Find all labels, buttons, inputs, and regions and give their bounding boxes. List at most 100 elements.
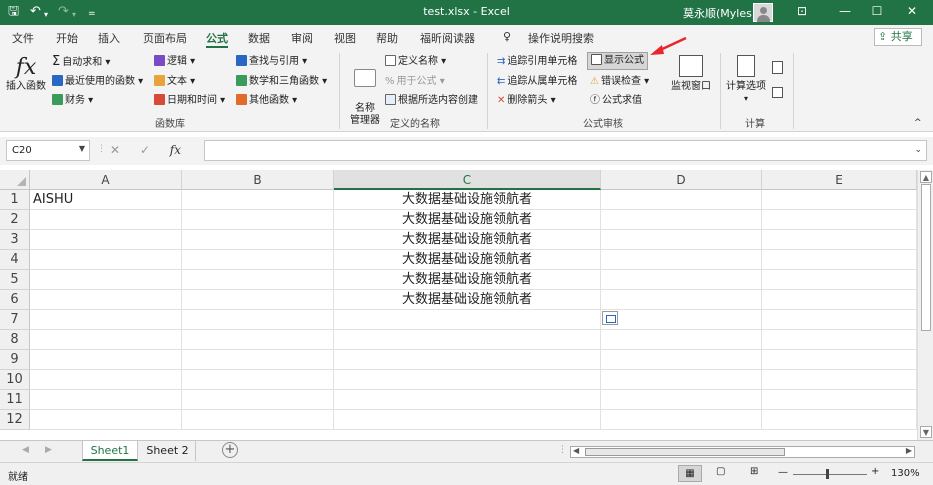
insert-function-button[interactable]: fx 插入函数 bbox=[6, 55, 46, 93]
next-sheet-icon[interactable]: ▶ bbox=[45, 445, 52, 455]
expand-formula-icon[interactable]: ⌄ bbox=[914, 145, 922, 155]
column-header-c[interactable]: C bbox=[334, 170, 601, 190]
insert-function-icon[interactable]: fx bbox=[170, 143, 181, 157]
cell-d4[interactable] bbox=[601, 250, 762, 270]
calculate-now-icon[interactable] bbox=[772, 61, 783, 74]
cell-c9[interactable] bbox=[334, 350, 601, 370]
cell-a6[interactable] bbox=[30, 290, 182, 310]
cell-c11[interactable] bbox=[334, 390, 601, 410]
autosum-button[interactable]: Σ 自动求和 ▾ bbox=[52, 55, 110, 70]
cell-b9[interactable] bbox=[182, 350, 334, 370]
maximize-icon[interactable]: ☐ bbox=[862, 4, 892, 18]
tab-view[interactable]: 视图 bbox=[334, 30, 356, 46]
cell-a4[interactable] bbox=[30, 250, 182, 270]
cell-d7[interactable] bbox=[601, 310, 762, 330]
scroll-thumb[interactable] bbox=[585, 448, 785, 456]
more-functions-button[interactable]: 其他函数 ▾ bbox=[236, 94, 297, 108]
row-header-10[interactable]: 10 bbox=[0, 370, 30, 390]
column-header-e[interactable]: E bbox=[762, 170, 917, 190]
cell-e4[interactable] bbox=[762, 250, 917, 270]
row-header-3[interactable]: 3 bbox=[0, 230, 30, 250]
cell-d11[interactable] bbox=[601, 390, 762, 410]
cell-e11[interactable] bbox=[762, 390, 917, 410]
cell-b5[interactable] bbox=[182, 270, 334, 290]
trace-dependents-button[interactable]: ⇇ 追踪从属单元格 bbox=[497, 75, 577, 89]
show-formulas-button[interactable]: 显示公式 bbox=[587, 52, 648, 70]
cell-b7[interactable] bbox=[182, 310, 334, 330]
minimize-icon[interactable]: — bbox=[830, 4, 860, 18]
cell-d6[interactable] bbox=[601, 290, 762, 310]
recent-functions-button[interactable]: 最近使用的函数 ▾ bbox=[52, 75, 143, 89]
cell-e5[interactable] bbox=[762, 270, 917, 290]
cell-b6[interactable] bbox=[182, 290, 334, 310]
cell-e10[interactable] bbox=[762, 370, 917, 390]
error-checking-button[interactable]: ⚠ 错误检查 ▾ bbox=[590, 75, 649, 89]
avatar[interactable] bbox=[753, 3, 773, 22]
cell-b12[interactable] bbox=[182, 410, 334, 430]
cell-a11[interactable] bbox=[30, 390, 182, 410]
close-icon[interactable]: ✕ bbox=[897, 4, 927, 18]
scroll-left-icon[interactable]: ◀ bbox=[573, 446, 579, 455]
name-box[interactable]: C20 ▼ bbox=[6, 140, 90, 161]
cell-d10[interactable] bbox=[601, 370, 762, 390]
cell-d1[interactable] bbox=[601, 190, 762, 210]
paste-options-icon[interactable] bbox=[602, 311, 618, 325]
scroll-thumb[interactable] bbox=[921, 184, 931, 331]
cell-c2[interactable]: 大数据基础设施领航者 bbox=[334, 210, 601, 230]
create-from-selection-button[interactable]: 根据所选内容创建 bbox=[385, 94, 478, 108]
cell-a1[interactable]: AISHU bbox=[30, 190, 182, 210]
cell-d5[interactable] bbox=[601, 270, 762, 290]
row-header-1[interactable]: 1 bbox=[0, 190, 30, 210]
tell-me-search[interactable]: 操作说明搜索 bbox=[528, 30, 594, 46]
cell-e6[interactable] bbox=[762, 290, 917, 310]
sheet-tab-sheet1[interactable]: Sheet1 bbox=[82, 441, 138, 461]
row-header-12[interactable]: 12 bbox=[0, 410, 30, 430]
tab-home[interactable]: 开始 bbox=[56, 30, 78, 46]
cell-e8[interactable] bbox=[762, 330, 917, 350]
zoom-slider[interactable] bbox=[793, 474, 867, 475]
row-header-2[interactable]: 2 bbox=[0, 210, 30, 230]
evaluate-formula-button[interactable]: ⓕ 公式求值 bbox=[590, 94, 642, 108]
tab-page-layout[interactable]: 页面布局 bbox=[143, 30, 187, 46]
cell-d2[interactable] bbox=[601, 210, 762, 230]
define-name-button[interactable]: 定义名称 ▾ bbox=[385, 55, 446, 69]
vertical-scrollbar[interactable]: ▲ ▼ bbox=[917, 170, 933, 440]
lookup-button[interactable]: 查找与引用 ▾ bbox=[236, 55, 307, 69]
tell-me-icon[interactable]: ♀ bbox=[503, 30, 511, 43]
scroll-right-icon[interactable]: ▶ bbox=[906, 446, 912, 455]
datetime-button[interactable]: 日期和时间 ▾ bbox=[154, 94, 225, 108]
zoom-slider-thumb[interactable] bbox=[826, 469, 829, 479]
row-header-4[interactable]: 4 bbox=[0, 250, 30, 270]
scroll-down-icon[interactable]: ▼ bbox=[920, 426, 932, 438]
tab-foxit[interactable]: 福昕阅读器 bbox=[420, 30, 475, 46]
ribbon-display-icon[interactable]: ⊡ bbox=[787, 4, 817, 18]
share-button[interactable]: ⇪ 共享 bbox=[874, 28, 922, 46]
formula-input[interactable]: ⌄ bbox=[204, 140, 927, 161]
cell-c1[interactable]: 大数据基础设施领航者 bbox=[334, 190, 601, 210]
trace-precedents-button[interactable]: ⇉ 追踪引用单元格 bbox=[497, 55, 577, 69]
prev-sheet-icon[interactable]: ◀ bbox=[22, 445, 29, 455]
tab-file[interactable]: 文件 bbox=[12, 30, 34, 46]
cell-a2[interactable] bbox=[30, 210, 182, 230]
zoom-level[interactable]: 130% bbox=[891, 468, 920, 479]
row-header-8[interactable]: 8 bbox=[0, 330, 30, 350]
cell-a10[interactable] bbox=[30, 370, 182, 390]
cell-c3[interactable]: 大数据基础设施领航者 bbox=[334, 230, 601, 250]
watch-window-button[interactable]: 监视窗口 bbox=[668, 55, 714, 93]
cell-a9[interactable] bbox=[30, 350, 182, 370]
horizontal-scrollbar[interactable]: ◀ ▶ bbox=[570, 446, 915, 458]
cell-b8[interactable] bbox=[182, 330, 334, 350]
cell-d9[interactable] bbox=[601, 350, 762, 370]
cell-b10[interactable] bbox=[182, 370, 334, 390]
logical-button[interactable]: 逻辑 ▾ bbox=[154, 55, 195, 69]
cell-e9[interactable] bbox=[762, 350, 917, 370]
cell-a12[interactable] bbox=[30, 410, 182, 430]
cell-c7[interactable] bbox=[334, 310, 601, 330]
scroll-up-icon[interactable]: ▲ bbox=[920, 171, 932, 183]
collapse-ribbon-icon[interactable]: ^ bbox=[914, 116, 922, 130]
cell-c8[interactable] bbox=[334, 330, 601, 350]
cell-a3[interactable] bbox=[30, 230, 182, 250]
zoom-in-icon[interactable]: + bbox=[871, 466, 879, 477]
column-header-b[interactable]: B bbox=[182, 170, 334, 190]
cell-a5[interactable] bbox=[30, 270, 182, 290]
